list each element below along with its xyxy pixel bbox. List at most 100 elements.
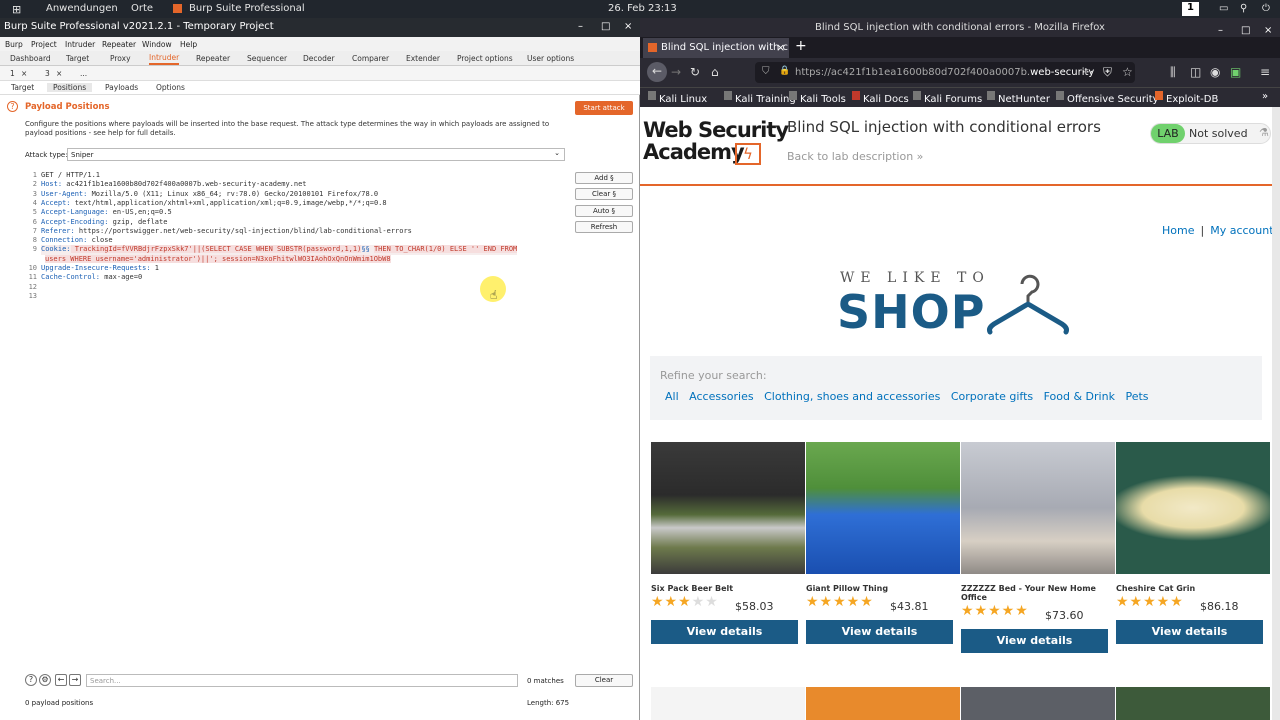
help-icon[interactable]: ? [25,674,37,686]
shield-icon[interactable]: ⛉ [762,66,770,77]
tab-proxy[interactable]: Proxy [110,54,131,63]
product-image[interactable] [651,687,805,720]
subtab-3-close-icon[interactable]: × [56,69,62,78]
category-clothing[interactable]: Clothing, shoes and accessories [764,390,940,403]
category-pets[interactable]: Pets [1125,390,1148,403]
menu-help[interactable]: Help [180,40,197,49]
category-accessories[interactable]: Accessories [689,390,753,403]
bookmark-kali-linux[interactable]: Kali Linux [648,91,707,105]
attack-type-select[interactable]: Sniper ⌄ [67,148,565,161]
applications-menu[interactable]: Anwendungen [46,3,118,14]
chevron-right-icon[interactable]: » [1262,91,1268,102]
back-to-lab-link[interactable]: Back to lab description » [787,150,923,163]
arrow-right-icon[interactable]: → [69,674,81,686]
auto-marker-button[interactable]: Auto § [575,205,633,217]
tab-decoder[interactable]: Decoder [303,54,335,63]
sidebar-icon[interactable]: ◫ [1190,65,1201,79]
forward-icon[interactable]: → [671,65,681,79]
tab-intruder[interactable]: Intruder [149,53,180,65]
browser-tab[interactable]: Blind SQL injection with c × [643,38,789,58]
search-input[interactable]: Search... [86,674,518,687]
bookmark-kali-training[interactable]: Kali Training [724,91,796,105]
subtab-3[interactable]: 3 [45,69,50,78]
category-food-drink[interactable]: Food & Drink [1044,390,1115,403]
product-image[interactable] [961,442,1115,574]
screen-icon[interactable]: ▭ [1219,3,1228,14]
tab-comparer[interactable]: Comparer [352,54,389,63]
category-corporate-gifts[interactable]: Corporate gifts [951,390,1033,403]
tab-user-options[interactable]: User options [527,54,574,63]
pocket-icon[interactable]: ⛨ [1103,65,1112,80]
tab-sequencer[interactable]: Sequencer [247,54,287,63]
more-actions-icon[interactable]: ··· [1082,65,1093,79]
bookmark-nethunter[interactable]: NetHunter [987,91,1050,105]
new-tab-icon[interactable]: + [795,38,807,54]
help-icon[interactable]: ? [7,101,18,112]
workspace-indicator[interactable]: 1 [1182,2,1199,16]
clock[interactable]: 26. Feb 23:13 [608,3,677,14]
settings-icon[interactable]: ⚙ [39,674,51,686]
tab-target-config[interactable]: Target [11,83,34,92]
reload-icon[interactable]: ↻ [690,65,700,79]
menu-project[interactable]: Project [31,40,57,49]
extension-icon[interactable]: ▣ [1230,65,1241,79]
academy-logo[interactable]: Web Security Academy [643,119,789,163]
minimize-icon[interactable]: – [578,21,583,32]
start-attack-button[interactable]: Start attack [575,101,633,115]
bookmark-star-icon[interactable]: ☆ [1122,65,1133,79]
product-image[interactable] [1116,687,1270,720]
menu-burp[interactable]: Burp [5,40,23,49]
bookmark-offensive-security[interactable]: Offensive Security [1056,91,1159,105]
bookmark-kali-tools[interactable]: Kali Tools [789,91,846,105]
close-icon[interactable]: × [624,21,632,32]
home-link[interactable]: Home [1162,224,1194,237]
tab-payloads[interactable]: Payloads [105,83,138,92]
tab-project-options[interactable]: Project options [457,54,513,63]
menu-window[interactable]: Window [142,40,172,49]
tab-target[interactable]: Target [66,54,89,63]
back-icon[interactable]: ← [647,62,667,82]
product-image[interactable] [806,687,960,720]
bookmark-kali-docs[interactable]: Kali Docs [852,91,909,105]
refresh-button[interactable]: Refresh [575,221,633,233]
arrow-left-icon[interactable]: ← [55,674,67,686]
library-icon[interactable]: ⫼ [1170,65,1176,80]
product-image[interactable] [1116,442,1270,574]
tab-extender[interactable]: Extender [406,54,440,63]
places-menu[interactable]: Orte [131,3,153,14]
menu-repeater[interactable]: Repeater [102,40,136,49]
network-icon[interactable]: ⚲ [1240,3,1247,14]
hamburger-menu-icon[interactable]: ≡ [1260,65,1270,79]
request-editor[interactable]: 1 2 3 4 5 6 7 8 9 10 11 12 13 GET / HTTP… [25,171,565,671]
subtab-new[interactable]: ... [80,69,87,78]
subtab-1-close-icon[interactable]: × [21,69,27,78]
tab-positions[interactable]: Positions [47,83,93,92]
view-details-button[interactable]: View details [1116,620,1263,644]
add-marker-button[interactable]: Add § [575,172,633,184]
active-app[interactable]: Burp Suite Professional [189,3,305,14]
product-image[interactable] [806,442,960,574]
view-details-button[interactable]: View details [806,620,953,644]
page-scrollbar[interactable] [1272,107,1280,720]
clear-marker-button[interactable]: Clear § [575,188,633,200]
view-details-button[interactable]: View details [961,629,1108,653]
account-icon[interactable]: ◉ [1210,65,1220,79]
subtab-1[interactable]: 1 [10,69,15,78]
view-details-button[interactable]: View details [651,620,798,644]
lock-icon[interactable]: 🔒 [779,66,790,76]
bookmark-exploit-db[interactable]: Exploit-DB [1155,91,1218,105]
category-all[interactable]: All [665,390,679,403]
grid-icon[interactable]: ⊞ [12,3,21,16]
tab-dashboard[interactable]: Dashboard [10,54,51,63]
bookmark-kali-forums[interactable]: Kali Forums [913,91,982,105]
home-icon[interactable]: ⌂ [711,65,719,79]
menu-intruder[interactable]: Intruder [65,40,95,49]
product-image[interactable] [961,687,1115,720]
tab-options[interactable]: Options [156,83,185,92]
clear-button[interactable]: Clear [575,674,633,687]
tab-repeater[interactable]: Repeater [196,54,230,63]
product-image[interactable] [651,442,805,574]
url-bar[interactable]: ⛉ 🔒 https://ac421f1b1ea1600b80d702f400a0… [755,62,1135,83]
power-icon[interactable]: ⏻ [1262,3,1270,14]
tab-close-icon[interactable]: × [776,41,785,54]
